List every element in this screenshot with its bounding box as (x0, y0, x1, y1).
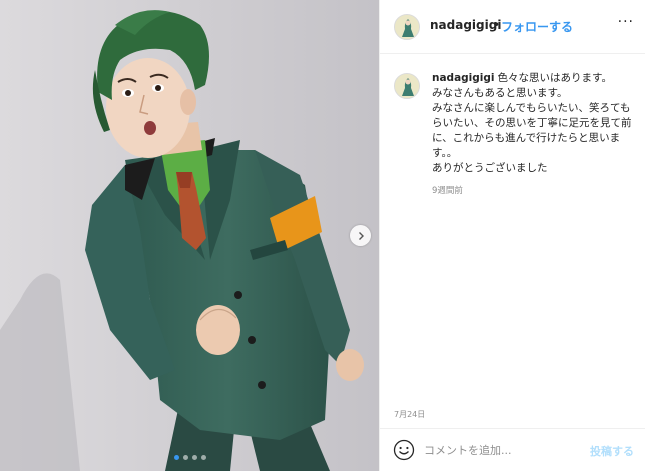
more-options-icon[interactable]: ··· (618, 14, 634, 30)
post-side-panel: nadagigigi • フォローする ··· nadagigigi 色々な思いは… (379, 0, 645, 471)
caption-avatar[interactable] (394, 73, 420, 99)
post-photo[interactable] (0, 0, 379, 471)
chevron-right-icon (358, 231, 364, 240)
comment-bar: 投稿する (380, 428, 645, 471)
post-header: nadagigigi • フォローする ··· (380, 0, 645, 54)
carousel-dot (173, 455, 179, 460)
carousel-dot (182, 455, 188, 460)
smiley-icon[interactable] (393, 439, 415, 461)
caption-text: nadagigigi 色々な思いはあります。 みなさんもあると思います。 みなさん… (432, 71, 638, 176)
avatar-figure-icon (395, 15, 419, 39)
next-slide-button[interactable] (350, 225, 371, 246)
header-username[interactable]: nadagigigi (430, 18, 501, 32)
caption-time[interactable]: 9週間前 (432, 184, 463, 196)
caption-body: 色々な思いはあります。 みなさんもあると思います。 みなさんに楽しんでもらいたい… (432, 72, 632, 174)
comment-input[interactable] (424, 441, 574, 459)
follow-button[interactable]: フォローする (501, 18, 573, 35)
caption-username[interactable]: nadagigigi (432, 72, 495, 84)
carousel-dot (200, 455, 206, 460)
header-separator: • (493, 18, 501, 32)
post-date[interactable]: 7月24日 (394, 409, 425, 420)
photo-content (0, 0, 379, 471)
avatar[interactable] (394, 14, 420, 40)
carousel-dot (191, 455, 197, 460)
post-comment-button[interactable]: 投稿する (590, 443, 634, 459)
carousel-dots (0, 455, 379, 460)
avatar-figure-icon (395, 74, 419, 98)
